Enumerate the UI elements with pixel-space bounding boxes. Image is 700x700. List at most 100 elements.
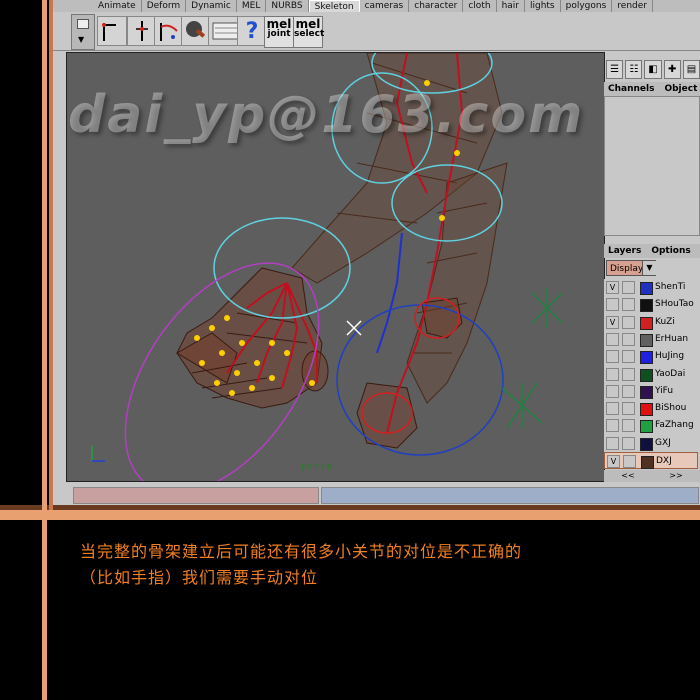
- chevron-down-icon[interactable]: ▼: [642, 261, 656, 275]
- ik-handle-tool-button[interactable]: [127, 16, 157, 46]
- layer-color-swatch[interactable]: [640, 403, 653, 417]
- mel-select-button[interactable]: mel select: [293, 16, 325, 48]
- shelf-tab-polygons[interactable]: polygons: [561, 0, 613, 12]
- shelf-tab-cameras[interactable]: cameras: [360, 0, 410, 12]
- locators: [501, 288, 563, 429]
- layer-color-swatch[interactable]: [640, 316, 653, 330]
- channels-header: Channels Object: [604, 82, 700, 96]
- layer-next-button[interactable]: >>: [669, 470, 682, 482]
- help-button[interactable]: ?: [237, 16, 267, 46]
- tool-settings-icon[interactable]: ✚: [663, 59, 681, 79]
- layer-row[interactable]: HuJing: [604, 348, 698, 365]
- layer-playback-toggle[interactable]: [622, 419, 635, 433]
- options-menu[interactable]: Options: [651, 244, 690, 258]
- layer-visibility-toggle[interactable]: [606, 436, 619, 450]
- layer-row[interactable]: V ShenTi: [604, 279, 698, 296]
- mel-joint-button[interactable]: mel joint: [264, 16, 294, 48]
- layer-playback-toggle[interactable]: [622, 298, 635, 312]
- channel-box: [604, 96, 700, 236]
- channel-box-icons: ☰ ☷ ◧ ✚ ▤: [606, 56, 700, 82]
- layer-visibility-toggle[interactable]: [606, 419, 619, 433]
- layer-playback-toggle[interactable]: [622, 436, 635, 450]
- layer-name: YaoDai: [655, 368, 686, 379]
- blue-bones: [376, 232, 403, 354]
- ik-spline-icon: [160, 23, 178, 41]
- layer-list: V ShenTi SHouTao V KuZi ErHuan HuJing YaoDai YiF…: [604, 279, 700, 469]
- frame-left-inner-border: [49, 0, 53, 515]
- layer-row[interactable]: V KuZi: [604, 314, 698, 331]
- mel-select-top-label: mel: [295, 17, 321, 31]
- channel-list-icon[interactable]: ☰: [606, 59, 624, 79]
- email-watermark: dai_yp@163.com: [68, 85, 585, 145]
- shelf-tab-render[interactable]: render: [612, 0, 653, 12]
- layer-color-swatch[interactable]: [640, 351, 653, 365]
- object-menu[interactable]: Object: [664, 82, 697, 96]
- skin-paint-button[interactable]: [181, 16, 211, 46]
- shelf-tab-skeleton[interactable]: Skeleton: [308, 0, 360, 12]
- layer-playback-toggle[interactable]: [622, 350, 635, 364]
- layer-prev-button[interactable]: <<: [621, 470, 634, 482]
- caption-line-2: （比如手指）我们需要手动对位: [80, 568, 319, 587]
- layer-row[interactable]: GXJ: [604, 435, 698, 452]
- layer-playback-toggle[interactable]: [622, 402, 635, 416]
- layer-playback-toggle[interactable]: [622, 281, 635, 294]
- layer-name: HuJing: [655, 351, 685, 362]
- layer-color-swatch[interactable]: [641, 456, 654, 469]
- layers-header: Layers Options: [604, 244, 700, 258]
- shelf-tab-lights[interactable]: lights: [525, 0, 561, 12]
- shelf-tab-hair[interactable]: hair: [497, 0, 525, 12]
- layer-row[interactable]: BiShou: [604, 400, 698, 417]
- layer-row[interactable]: V DXJ: [604, 452, 698, 469]
- shelf-tab-cloth[interactable]: cloth: [463, 0, 497, 12]
- layer-visibility-toggle[interactable]: [606, 332, 619, 346]
- joint-tool-button[interactable]: [97, 16, 127, 46]
- layer-row[interactable]: YaoDai: [604, 366, 698, 383]
- layer-color-swatch[interactable]: [640, 333, 653, 347]
- layer-color-swatch[interactable]: [640, 282, 653, 295]
- layer-visibility-toggle[interactable]: [606, 384, 619, 398]
- layer-playback-toggle[interactable]: [622, 332, 635, 346]
- layer-playback-toggle[interactable]: [622, 367, 635, 381]
- ik-spline-tool-button[interactable]: [154, 16, 184, 46]
- layer-playback-toggle[interactable]: [623, 455, 636, 468]
- layer-playback-toggle[interactable]: [622, 384, 635, 398]
- layers-menu[interactable]: Layers: [608, 244, 641, 258]
- layer-color-swatch[interactable]: [640, 437, 653, 451]
- layer-visibility-toggle[interactable]: V: [606, 315, 619, 329]
- layer-visibility-toggle[interactable]: [606, 367, 619, 381]
- layer-row[interactable]: SHouTao: [604, 296, 698, 313]
- layer-color-swatch[interactable]: [640, 368, 653, 382]
- layer-visibility-toggle[interactable]: V: [607, 455, 620, 468]
- question-mark-icon: ?: [245, 18, 259, 44]
- layer-visibility-toggle[interactable]: V: [606, 281, 619, 294]
- outliner-icon[interactable]: ▤: [682, 59, 700, 79]
- layer-visibility-toggle[interactable]: [606, 402, 619, 416]
- shelf-tab-deform[interactable]: Deform: [142, 0, 187, 12]
- layer-row[interactable]: FaZhang: [604, 417, 698, 434]
- layer-name: DXJ: [656, 456, 672, 466]
- layer-color-swatch[interactable]: [640, 420, 653, 434]
- layer-color-swatch[interactable]: [640, 385, 653, 399]
- shelf-tab-character[interactable]: character: [409, 0, 464, 12]
- layer-visibility-toggle[interactable]: [606, 350, 619, 364]
- view-axis-gizmo: [91, 446, 105, 462]
- layer-visibility-toggle[interactable]: [606, 298, 619, 312]
- shelf-side-buttons[interactable]: ▼: [71, 14, 95, 50]
- shelf-tab-animate[interactable]: Animate: [93, 0, 142, 12]
- mel-select-bottom-label: select: [294, 29, 325, 39]
- layer-name: ShenTi: [655, 282, 686, 292]
- layer-playback-toggle[interactable]: [622, 315, 635, 329]
- layer-row[interactable]: ErHuan: [604, 331, 698, 348]
- caption-line-1: 当完整的骨架建立后可能还有很多小关节的对位是不正确的: [80, 542, 523, 561]
- layer-row[interactable]: YiFu: [604, 383, 698, 400]
- command-feedback: [321, 487, 699, 504]
- command-line-input[interactable]: [73, 487, 319, 504]
- shelf-tab-mel[interactable]: MEL: [237, 0, 267, 12]
- shelf-tab-nurbs[interactable]: NURBS: [266, 0, 309, 12]
- attribute-list-icon[interactable]: ☷: [625, 59, 643, 79]
- layer-name: BiShou: [655, 403, 687, 414]
- layer-color-swatch[interactable]: [640, 299, 653, 313]
- layer-editor-icon[interactable]: ◧: [644, 59, 662, 79]
- shelf-tab-dynamic[interactable]: Dynamic: [186, 0, 237, 12]
- channels-menu[interactable]: Channels: [608, 82, 654, 96]
